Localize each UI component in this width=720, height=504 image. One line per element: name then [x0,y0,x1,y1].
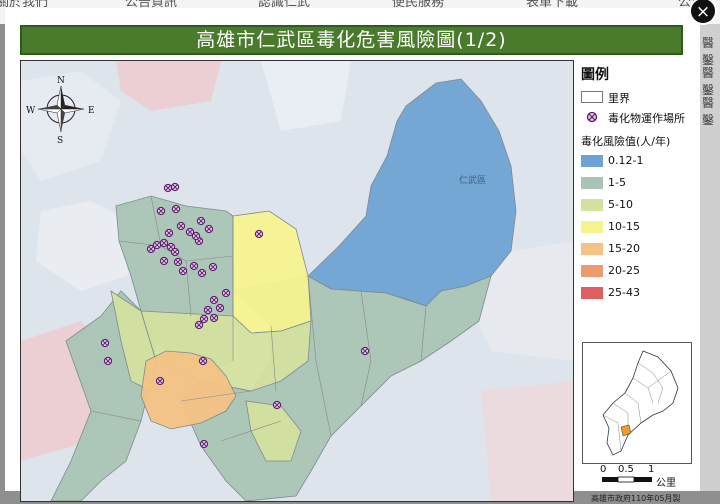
legend-class-label: 1-5 [608,176,626,189]
legend-class-label: 0.12-1 [608,154,644,167]
scale-tick: 0 [600,464,607,475]
site-marker [221,288,231,298]
legend-class-label: 10-15 [608,220,640,233]
site-marker [191,231,201,241]
site-marker [178,266,188,276]
site-marker [215,303,225,313]
site-marker [199,439,209,449]
site-marker [173,257,183,267]
legend-risk-title: 毒化風險值(人/年) [581,135,671,148]
scale-tick: 1 [648,464,655,475]
scale-unit: 公里 [656,478,676,489]
site-marker [103,356,113,366]
legend-swatch [581,199,603,211]
map-svg: N S E W 仁武區 [21,61,573,501]
site-marker [163,183,173,193]
locator-inset-map [582,342,692,464]
site-marker [159,238,169,248]
background-side-panel: 醫鑿 醫鑿 醫鑿 [700,24,720,491]
scale-bar: 0 0.5 1 公里 [582,464,694,494]
legend-title: 圖例 [581,67,609,83]
site-marker [254,229,264,239]
site-marker [170,182,180,192]
site-marker [155,376,165,386]
site-marker [209,295,219,305]
site-swatch [581,111,603,123]
site-marker [208,262,218,272]
legend-boundary-label: 里界 [608,92,630,105]
site-marker [194,320,204,330]
legend-swatch [581,287,603,299]
district-label: 仁武區 [459,174,486,186]
basemap-area [481,381,573,501]
map-title: 高雄市仁武區毒化危害風險圖(1/2) [20,25,683,55]
site-marker [198,356,208,366]
site-marker [171,204,181,214]
side-item: 醫鑿 [702,66,715,97]
site-marker [176,221,186,231]
renwu-highlight [620,424,632,437]
site-marker [197,268,207,278]
side-item: 醫鑿 [702,96,715,127]
map-modal: 高雄市仁武區毒化危害風險圖(1/2) N S E W 仁武區 圖例 里界 毒化物… [5,8,700,503]
legend-swatch [581,221,603,233]
site-marker [204,224,214,234]
boundary-swatch [581,91,603,103]
legend-class-label: 5-10 [608,198,633,211]
risk-map[interactable]: N S E W 仁武區 [20,60,574,502]
inset-svg [602,350,679,456]
site-marker [170,247,180,257]
legend-swatch [581,265,603,277]
site-marker [360,346,370,356]
legend-swatch [581,243,603,255]
site-marker [203,305,213,315]
site-marker [152,240,162,250]
legend-class-label: 20-25 [608,264,640,277]
compass-e: E [88,106,95,116]
compass-w: W [26,106,36,116]
map-credit: 高雄市政府110年05月製 [591,494,681,503]
legend-swatch [581,177,603,189]
legend-class-label: 15-20 [608,242,640,255]
scale-tick: 0.5 [618,464,634,475]
side-item: 醫鑿 [702,36,715,67]
site-marker [196,216,206,226]
legend-swatch [581,155,603,167]
compass-n: N [57,76,65,86]
compass-s: S [57,136,63,146]
map-legend: 圖例 里界 毒化物運作場所 毒化風險值(人/年) 0.12-1 1-5 5-10 10… [577,60,695,503]
site-marker [199,314,209,324]
site-marker [164,228,174,238]
site-marker [209,313,219,323]
legend-site-label: 毒化物運作場所 [608,112,685,125]
site-marker [156,206,166,216]
site-marker [100,338,110,348]
site-marker [272,400,282,410]
site-marker [189,261,199,271]
legend-class-label: 25-43 [608,286,640,299]
site-marker [159,256,169,266]
